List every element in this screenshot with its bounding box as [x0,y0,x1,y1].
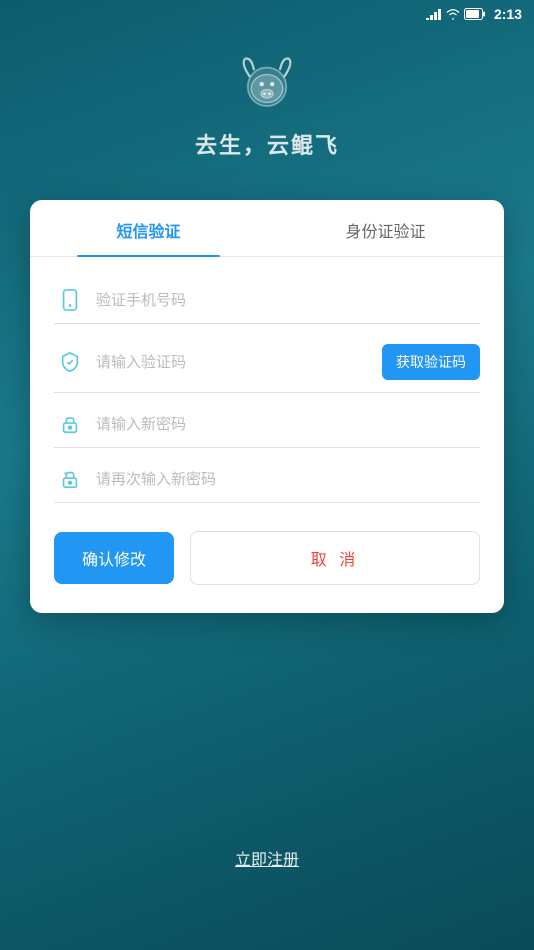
action-row: 确认修改 取 消 [30,511,504,585]
tab-bar: 短信验证 身份证验证 [30,200,504,257]
lock2-icon [54,468,86,490]
confirm-password-input[interactable] [96,471,480,488]
phone-input[interactable] [96,292,480,309]
tab-sms[interactable]: 短信验证 [30,200,267,256]
signal-icon [426,8,442,20]
app-logo [232,50,302,120]
confirm-password-field-row [54,456,480,503]
dialog: 短信验证 身份证验证 获取验 [30,200,504,613]
logo-text: 去生，云鲲飞 [195,128,339,160]
logo-area: 去生，云鲲飞 [195,50,339,160]
new-password-field-row [54,401,480,448]
shield-icon [54,351,86,373]
new-password-input[interactable] [96,416,480,433]
form-body: 获取验证码 [30,277,504,503]
confirm-button[interactable]: 确认修改 [54,532,174,584]
phone-field-row [54,277,480,324]
cancel-button[interactable]: 取 消 [190,531,480,585]
lock-icon [54,413,86,435]
time-display: 2:13 [494,6,522,22]
status-icons: 2:13 [426,6,522,22]
status-bar: 2:13 [0,0,534,28]
phone-icon [54,289,86,311]
tab-id[interactable]: 身份证验证 [267,200,504,256]
register-link[interactable]: 立即注册 [235,846,299,870]
verify-code-input[interactable] [96,354,382,371]
get-code-button[interactable]: 获取验证码 [382,344,480,380]
battery-icon [464,8,486,20]
verify-code-field-row: 获取验证码 [54,332,480,393]
wifi-icon [446,8,460,20]
